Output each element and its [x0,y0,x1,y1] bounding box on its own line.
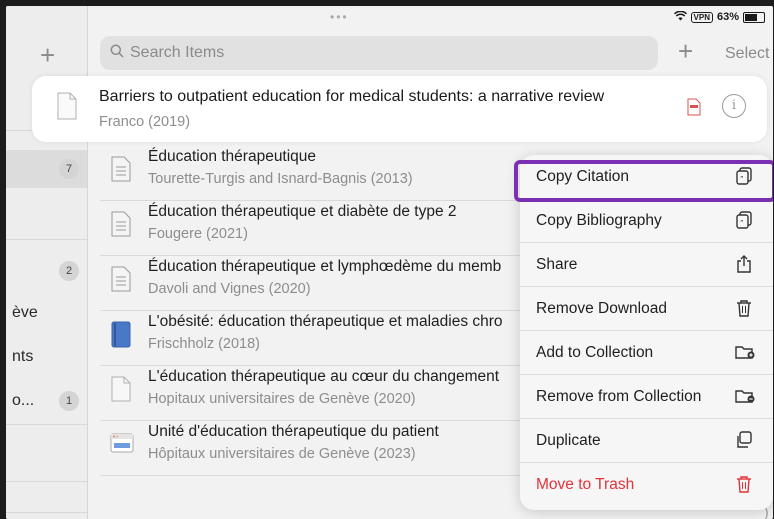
context-menu: Copy Citation ” Copy Bibliography ” Shar… [520,155,773,510]
menu-item-label: Remove from Collection [536,388,702,405]
item-creator: Hopitaux universitaires de Genève (2020) [148,391,416,407]
copy-citation-highlight [514,160,773,202]
blank-document-icon [110,376,132,402]
add-item-button[interactable]: + [678,38,693,64]
menu-item-label: Remove Download [536,300,667,317]
book-icon [110,321,132,348]
item-creator: Tourette-Turgis and Isnard-Bagnis (2013) [148,171,413,187]
selected-item-creator: Franco (2019) [99,114,191,130]
selected-item-title: Barriers to outpatient education for med… [99,88,605,105]
selected-item-preview[interactable]: Barriers to outpatient education for med… [32,76,767,142]
item-title: Éducation thérapeutique et diabète de ty… [148,203,457,220]
sidebar-item[interactable]: ève [6,294,87,332]
item-creator: Davoli and Vignes (2020) [148,281,311,297]
menu-item-copy-bibliography[interactable]: Copy Bibliography ” [520,199,773,243]
search-input[interactable]: Search Items [100,36,658,70]
webpage-icon [110,431,134,457]
battery-icon [743,11,765,23]
battery-percent: 63% [716,11,739,23]
pdf-attachment-icon[interactable] [687,98,701,116]
sidebar-item[interactable]: 2 [6,252,87,290]
menu-item-label: Add to Collection [536,344,654,361]
copy-bibliography-icon: ” [735,211,753,229]
menu-item-label: Move to Trash [536,476,635,493]
item-title: Éducation thérapeutique [148,148,317,165]
sidebar-item-label: o... [12,392,35,409]
item-title: L'obésité: éducation thérapeutique et ma… [148,313,503,330]
item-creator: Fougere (2021) [148,226,248,242]
wifi-icon [673,10,687,24]
item-creator: Frischholz (2018) [148,336,261,352]
menu-item-remove-download[interactable]: Remove Download [520,287,773,331]
sidebar-item-label: nts [12,348,34,365]
menu-item-add-to-collection[interactable]: Add to Collection [520,331,773,375]
sidebar-item[interactable]: o... 1 [6,380,87,418]
vpn-badge: VPN [690,11,713,23]
svg-text:”: ” [740,219,744,227]
folder-remove-icon [735,387,755,405]
sidebar-item[interactable]: nts [6,338,87,376]
add-collection-button[interactable]: + [40,42,55,68]
sidebar-item-label: ève [12,304,38,321]
duplicate-icon [735,431,753,449]
multitasking-dots[interactable]: ••• [330,10,349,24]
search-placeholder: Search Items [130,44,225,61]
select-button[interactable]: Select [725,45,769,63]
document-icon [110,156,132,182]
app-window: + 7 2 ève nts o... 1 ••• VPN 63% Search … [6,6,773,519]
menu-item-label: Duplicate [536,432,601,449]
menu-item-move-to-trash[interactable]: Move to Trash [520,463,773,507]
share-icon [735,255,753,273]
trash-icon [735,299,753,317]
sidebar-item-count: 1 [59,391,79,411]
item-title: Éducation thérapeutique et lymphœdème du… [148,258,502,275]
folder-add-icon [735,343,755,361]
sidebar-item-count: 2 [59,261,79,281]
sidebar-divider [6,512,87,513]
sidebar-divider [6,424,87,425]
sidebar-item-count: 7 [59,159,79,179]
menu-item-share[interactable]: Share [520,243,773,287]
menu-item-remove-from-collection[interactable]: Remove from Collection [520,375,773,419]
menu-item-label: Share [536,256,578,273]
info-icon[interactable]: i [722,94,746,118]
trash-icon [735,475,753,493]
document-icon [110,266,132,292]
item-title: L'éducation thérapeutique au cœur du cha… [148,368,500,385]
menu-item-label: Copy Bibliography [536,212,662,229]
search-icon [110,44,124,63]
item-creator: Hôpitaux universitaires de Genève (2023) [148,446,416,462]
sidebar-item-selected[interactable]: 7 [6,150,87,188]
status-bar: VPN 63% [673,10,765,24]
menu-item-duplicate[interactable]: Duplicate [520,419,773,463]
blank-document-icon [56,92,78,120]
sidebar-divider [6,239,87,240]
sidebar-divider [6,481,87,482]
document-icon [110,211,132,237]
item-title: Unité d'éducation thérapeutique du patie… [148,423,439,440]
